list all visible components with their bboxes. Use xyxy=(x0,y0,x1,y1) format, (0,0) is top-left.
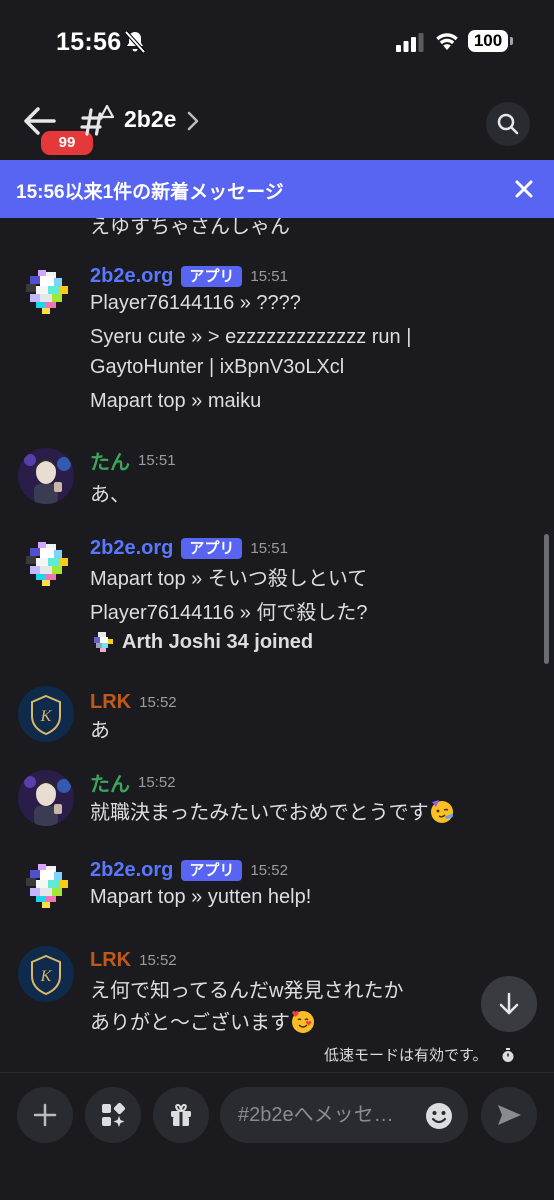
author-name[interactable]: 2b2e.org xyxy=(90,537,173,560)
cellular-signal-icon xyxy=(396,33,424,52)
minecraft-head-icon xyxy=(94,632,113,652)
timestamp: 15:52 xyxy=(139,693,177,711)
message-header: 2b2e.org アプリ 15:51 xyxy=(90,534,288,562)
message-line: ありがと〜ございます xyxy=(90,1006,316,1035)
message-line: Mapart top » yutten help! xyxy=(90,886,312,908)
search-icon xyxy=(497,113,519,135)
channel-header: 99 2b2e xyxy=(0,86,554,160)
gift-button[interactable] xyxy=(153,1087,209,1143)
jump-to-bottom-button[interactable] xyxy=(481,976,537,1032)
app-tag: アプリ xyxy=(181,265,243,287)
new-messages-text: 15:56以来1件の新着メッセージ xyxy=(16,182,284,203)
bot-avatar[interactable] xyxy=(18,264,74,320)
message-header: 2b2e.org アプリ 15:51 xyxy=(90,262,288,290)
svg-text:K: K xyxy=(40,708,53,725)
author-name[interactable]: たん xyxy=(90,446,130,475)
message[interactable]: たん 15:52 就職決まったみたいでおめでとうです xyxy=(0,768,554,832)
emoji-picker-icon[interactable] xyxy=(424,1101,454,1131)
add-attachment-button[interactable] xyxy=(17,1087,73,1143)
smiling-face-hearts-emoji-icon xyxy=(292,1011,314,1033)
message[interactable]: たん 15:51 あ、 xyxy=(0,448,554,528)
partial-message-text: えゆすちゃさんしゃん xyxy=(90,218,290,238)
timestamp: 15:51 xyxy=(250,539,288,557)
send-button[interactable] xyxy=(481,1087,537,1143)
app-tag: アプリ xyxy=(181,859,243,881)
text-channel-hash-icon xyxy=(80,104,114,136)
message-line: あ、 xyxy=(90,484,130,506)
message[interactable]: 2b2e.org アプリ 15:51 Mapart top » そいつ殺しといて… xyxy=(0,534,554,664)
wifi-icon xyxy=(436,33,458,50)
bot-avatar[interactable] xyxy=(18,858,74,914)
party-face-emoji-icon xyxy=(430,800,453,823)
channel-name[interactable]: 2b2e xyxy=(124,106,176,133)
message-line: Mapart top » maiku xyxy=(90,390,262,412)
message-header: LRK 15:52 xyxy=(90,688,177,716)
message-line: え何で知ってるんだw発見されたか xyxy=(90,980,404,1002)
arrow-down-icon xyxy=(499,992,519,1015)
plus-icon xyxy=(33,1103,57,1127)
message-line: Syeru cute » > ezzzzzzzzzzzzz run | xyxy=(90,326,412,348)
message-list[interactable]: えゆすちゃさんしゃん 2b2e.org アプリ 15:51 Player7614… xyxy=(0,218,554,1072)
message-header: たん 15:52 xyxy=(90,768,176,796)
author-name[interactable]: LRK xyxy=(90,691,131,714)
slowmode-notice: 低速モードは有効です。 xyxy=(324,1044,516,1065)
apps-button[interactable] xyxy=(85,1087,141,1143)
message-line: Mapart top » そいつ殺しといて xyxy=(90,568,368,590)
message-line: Player76144116 » ???? xyxy=(90,292,301,314)
message-line: Player76144116 » 何で殺した? xyxy=(90,602,368,624)
author-name[interactable]: LRK xyxy=(90,949,131,972)
author-name[interactable]: たん xyxy=(90,768,130,797)
search-button[interactable] xyxy=(486,102,530,146)
message-text: ありがと〜ございます xyxy=(90,1012,290,1034)
user-avatar[interactable] xyxy=(18,448,74,504)
message[interactable]: 2b2e.org アプリ 15:51 Player76144116 » ????… xyxy=(0,262,554,422)
timestamp: 15:51 xyxy=(250,267,288,285)
message-header: 2b2e.org アプリ 15:52 xyxy=(90,856,288,884)
message-line: GaytoHunter | ixBpnV3oLXcl xyxy=(90,356,345,378)
message[interactable]: K LRK 15:52 え何で知ってるんだw発見されたか ありがと〜ございます xyxy=(0,946,554,1046)
user-avatar[interactable] xyxy=(18,770,74,826)
send-arrow-icon xyxy=(498,1105,521,1125)
apps-sparkle-icon xyxy=(102,1102,126,1127)
user-avatar[interactable]: K xyxy=(18,946,74,1002)
message-header: LRK 15:52 xyxy=(90,946,177,974)
svg-text:K: K xyxy=(40,968,53,985)
scrollbar[interactable] xyxy=(544,534,549,664)
new-messages-banner[interactable]: 15:56以来1件の新着メッセージ xyxy=(0,160,554,218)
gift-icon xyxy=(171,1103,191,1126)
status-bar: 15:56 100 xyxy=(0,0,554,86)
message-line: 就職決まったみたいでおめでとうです xyxy=(90,796,455,825)
join-notice: Arth Joshi 34 joined xyxy=(90,630,313,654)
message[interactable]: 2b2e.org アプリ 15:52 Mapart top » yutten h… xyxy=(0,856,554,920)
user-avatar[interactable]: K xyxy=(18,686,74,742)
slowmode-text: 低速モードは有効です。 xyxy=(324,1047,488,1064)
message[interactable]: K LRK 15:52 あ xyxy=(0,686,554,752)
stopwatch-icon xyxy=(502,1047,514,1062)
timestamp: 15:52 xyxy=(139,951,177,969)
message-text: 就職決まったみたいでおめでとうです xyxy=(90,802,429,824)
message-header: たん 15:51 xyxy=(90,446,176,474)
battery-cap xyxy=(510,37,513,45)
chevron-right-icon[interactable] xyxy=(186,110,200,132)
status-time: 15:56 xyxy=(56,28,122,56)
timestamp: 15:51 xyxy=(138,451,176,469)
close-icon[interactable] xyxy=(512,177,536,201)
author-name[interactable]: 2b2e.org xyxy=(90,859,173,882)
bot-avatar[interactable] xyxy=(18,536,74,592)
timestamp: 15:52 xyxy=(138,773,176,791)
bell-muted-icon xyxy=(124,30,146,54)
app-tag: アプリ xyxy=(181,537,243,559)
timestamp: 15:52 xyxy=(250,861,288,879)
message-composer xyxy=(0,1072,554,1200)
join-text: Arth Joshi 34 joined xyxy=(122,630,314,653)
battery-level: 100 xyxy=(468,30,508,52)
author-name[interactable]: 2b2e.org xyxy=(90,265,173,288)
message-line: あ xyxy=(90,720,110,742)
